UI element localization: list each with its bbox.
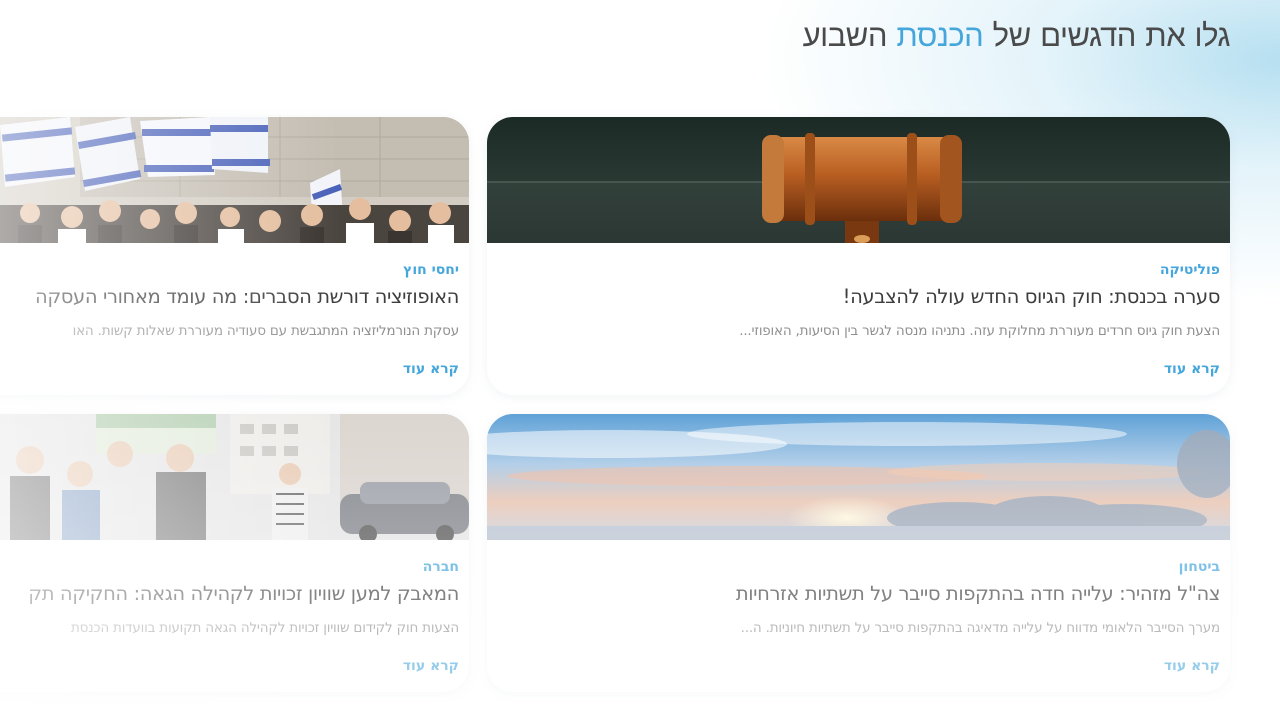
read-more-link[interactable]: קרא עוד [403,361,459,377]
card-excerpt: הצעות חוק לקידום שוויון זכויות לקהילה הג… [70,620,459,636]
heading-accent: הכנסת [896,18,984,54]
card-category[interactable]: ביטחון [1179,559,1220,575]
gavel-photo [487,117,1230,243]
news-card-politics[interactable]: פוליטיקה סערה בכנסת: חוק הגיוס החדש עולה… [487,117,1230,395]
card-excerpt: מערך הסייבר הלאומי מדווח על עלייה מדאיגה… [740,620,1221,636]
gavel-image [487,117,1230,243]
card-excerpt: הצעת חוק גיוס חרדים מעוררת מחלוקת עזה. נ… [739,323,1220,339]
heading-text-start: גלו את הדגשים של [983,18,1231,54]
card-category[interactable]: חברה [423,559,459,575]
read-more-link[interactable]: קרא עוד [1164,361,1220,377]
flag-march-image [0,117,469,243]
card-title[interactable]: האופוזיציה דורשת הסברים: מה עומד מאחורי … [35,285,459,308]
card-body: יחסי חוץ האופוזיציה דורשת הסברים: מה עומ… [0,243,469,395]
news-card-security[interactable]: ביטחון צה"ל מזהיר: עלייה חדה בהתקפות סיי… [487,414,1230,692]
card-body: חברה המאבק למען שוויון זכויות לקהילה הגא… [0,540,469,692]
card-body: ביטחון צה"ל מזהיר: עלייה חדה בהתקפות סיי… [487,540,1230,692]
read-more-link[interactable]: קרא עוד [1164,658,1220,674]
card-category[interactable]: יחסי חוץ [403,262,459,278]
card-title[interactable]: צה"ל מזהיר: עלייה חדה בהתקפות סייבר על ת… [736,582,1221,605]
read-more-link[interactable]: קרא עוד [403,658,459,674]
flag-march-photo [0,117,469,243]
sunset-sky-photo [487,414,1230,540]
heading-text-end: השבוע [802,18,897,54]
card-category[interactable]: פוליטיקה [1160,262,1220,278]
street-crowd-photo [0,414,469,540]
card-title[interactable]: סערה בכנסת: חוק הגיוס החדש עולה להצבעה! [843,285,1221,308]
news-card-society[interactable]: חברה המאבק למען שוויון זכויות לקהילה הגא… [0,414,469,692]
sunset-sky-image [487,414,1230,540]
section-heading: גלו את הדגשים של הכנסת השבוע [802,18,1231,54]
page: גלו את הדגשים של הכנסת השבוע פוליטיקה סע… [0,0,1280,720]
card-excerpt: עסקת הנורמליזציה המתגבשת עם סעודיה מעורר… [72,323,460,339]
card-body: פוליטיקה סערה בכנסת: חוק הגיוס החדש עולה… [487,243,1230,395]
news-card-foreign-relations[interactable]: יחסי חוץ האופוזיציה דורשת הסברים: מה עומ… [0,117,469,395]
card-title[interactable]: המאבק למען שוויון זכויות לקהילה הגאה: הח… [28,582,459,605]
street-crowd-image [0,414,469,540]
